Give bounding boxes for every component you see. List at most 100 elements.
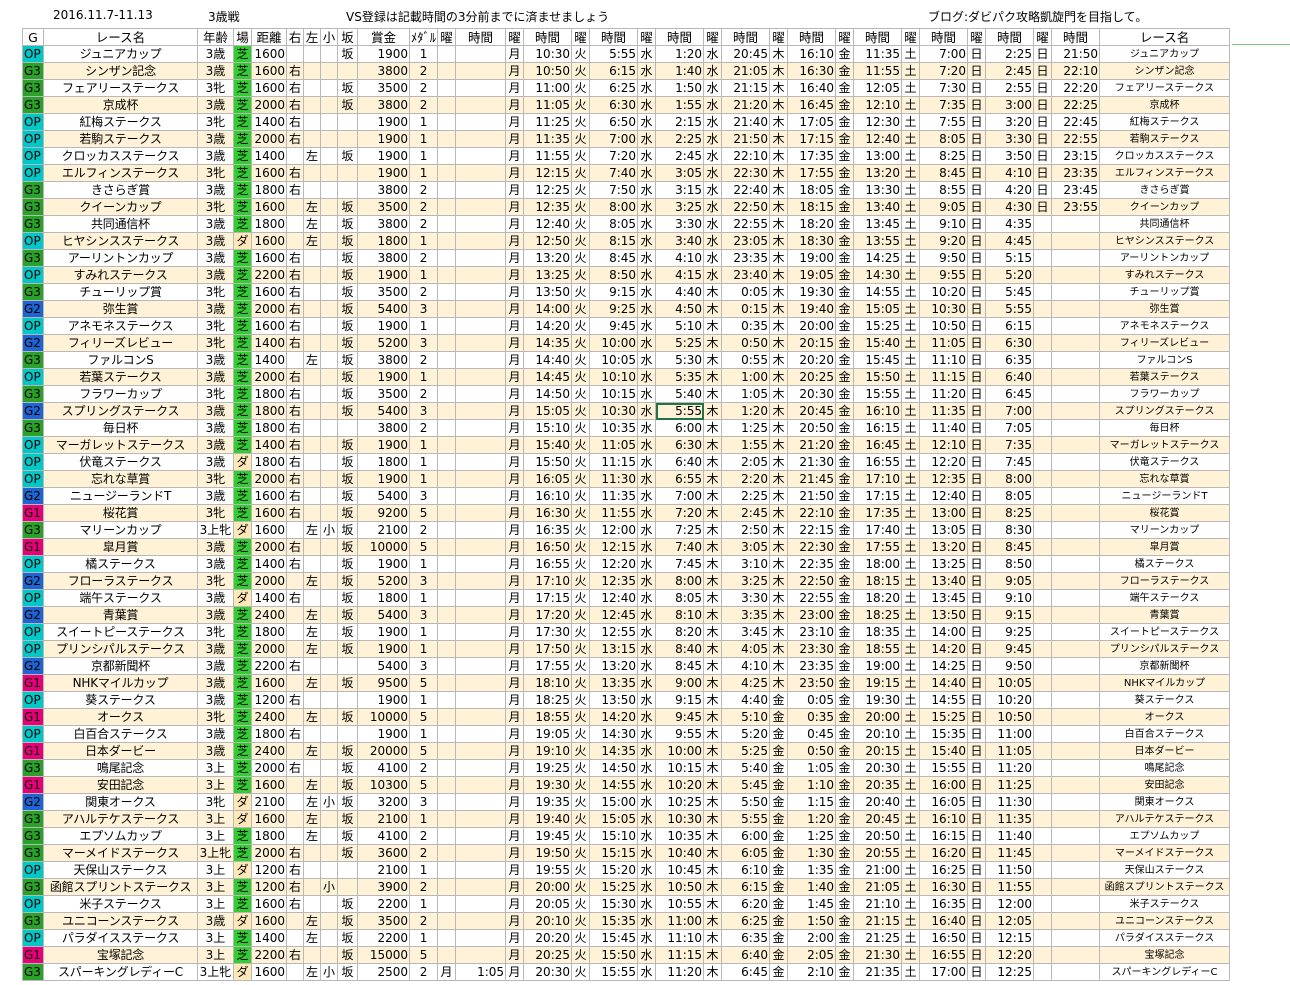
table-cell[interactable]: 金	[835, 419, 855, 437]
table-cell[interactable]: 日	[967, 759, 987, 777]
table-cell[interactable]: 土	[901, 810, 921, 828]
table-cell[interactable]: 日	[967, 385, 987, 403]
table-cell[interactable]: 20:30	[523, 963, 573, 981]
table-cell[interactable]: 7:45	[655, 555, 705, 573]
table-cell[interactable]: 20:00	[853, 708, 903, 726]
table-cell[interactable]: 青葉賞	[43, 606, 198, 624]
table-cell[interactable]: 8:50	[985, 555, 1035, 573]
table-cell[interactable]: 芝	[233, 725, 252, 743]
table-cell[interactable]: 日	[967, 895, 987, 913]
table-cell[interactable]	[437, 283, 457, 301]
table-cell[interactable]	[455, 793, 507, 811]
table-cell[interactable]: フラワーカップ	[43, 385, 198, 403]
table-cell[interactable]: 水	[637, 147, 657, 165]
table-cell[interactable]: 5400	[357, 487, 410, 505]
table-cell[interactable]: 1:55	[655, 96, 705, 114]
table-cell[interactable]: 13:50	[589, 691, 639, 709]
table-cell[interactable]: 火	[571, 504, 591, 522]
table-cell[interactable]: 金	[835, 232, 855, 250]
table-cell[interactable]: 右	[286, 844, 304, 862]
table-cell[interactable]	[437, 249, 457, 267]
table-cell[interactable]: 月	[505, 130, 525, 148]
table-cell[interactable]: ニュージーランドT	[43, 487, 198, 505]
table-cell[interactable]: 日本ダービー	[1099, 742, 1231, 760]
table-cell[interactable]: 3歳	[197, 555, 234, 573]
table-cell[interactable]: 芝	[233, 487, 252, 505]
table-cell[interactable]: G3	[22, 181, 44, 199]
table-cell[interactable]: 3歳	[197, 300, 234, 318]
table-cell[interactable]: 土	[901, 725, 921, 743]
table-cell[interactable]: 15:40	[523, 436, 573, 454]
table-cell[interactable]: 土	[901, 555, 921, 573]
table-cell[interactable]	[303, 759, 321, 777]
table-cell[interactable]: 月	[505, 368, 525, 386]
table-cell[interactable]: 22:40	[721, 181, 771, 199]
table-cell[interactable]: 2:15	[655, 113, 705, 131]
table-cell[interactable]: 火	[571, 674, 591, 692]
column-header[interactable]: 時間	[523, 28, 573, 46]
table-cell[interactable]	[303, 181, 321, 199]
table-cell[interactable]: 日	[967, 232, 987, 250]
table-cell[interactable]	[455, 368, 507, 386]
table-cell[interactable]: 15:50	[589, 946, 639, 964]
table-cell[interactable]: 13:45	[853, 215, 903, 233]
table-cell[interactable]	[1033, 929, 1053, 947]
table-cell[interactable]: OP	[22, 368, 44, 386]
table-cell[interactable]: マーガレットステークス	[1099, 436, 1231, 454]
table-cell[interactable]	[320, 759, 338, 777]
table-cell[interactable]: 水	[637, 300, 657, 318]
table-cell[interactable]: 芝	[233, 436, 252, 454]
table-cell[interactable]: 木	[769, 674, 789, 692]
table-cell[interactable]: 水	[637, 470, 657, 488]
table-cell[interactable]: 木	[769, 45, 789, 63]
table-cell[interactable]: 1600	[251, 912, 287, 930]
table-cell[interactable]	[337, 419, 358, 437]
table-cell[interactable]: 4100	[357, 759, 410, 777]
table-cell[interactable]: 12:05	[985, 912, 1035, 930]
table-cell[interactable]: 12:35	[523, 198, 573, 216]
table-cell[interactable]: 右	[286, 249, 304, 267]
table-cell[interactable]	[286, 742, 304, 760]
table-cell[interactable]: 右	[286, 317, 304, 335]
table-cell[interactable]: 16:35	[919, 895, 969, 913]
table-cell[interactable]	[1051, 453, 1101, 471]
table-cell[interactable]: 16:30	[523, 504, 573, 522]
table-cell[interactable]: 火	[571, 538, 591, 556]
table-cell[interactable]	[320, 572, 338, 590]
table-cell[interactable]: 3:35	[721, 606, 771, 624]
table-cell[interactable]	[320, 912, 338, 930]
table-cell[interactable]	[1033, 759, 1053, 777]
table-cell[interactable]: 水	[637, 283, 657, 301]
table-cell[interactable]: 坂	[337, 606, 358, 624]
table-cell[interactable]: 12:10	[853, 96, 903, 114]
table-cell[interactable]: 金	[769, 827, 789, 845]
table-cell[interactable]	[320, 725, 338, 743]
table-cell[interactable]: 12:20	[985, 946, 1035, 964]
table-cell[interactable]: 金	[835, 198, 855, 216]
table-cell[interactable]: OP	[22, 589, 44, 607]
table-cell[interactable]: G2	[22, 572, 44, 590]
table-cell[interactable]: エルフィンステークス	[43, 164, 198, 182]
table-cell[interactable]: 7:00	[919, 45, 969, 63]
table-cell[interactable]: 月	[505, 623, 525, 641]
table-cell[interactable]	[320, 810, 338, 828]
table-cell[interactable]: 金	[835, 572, 855, 590]
table-cell[interactable]: 23:35	[787, 657, 837, 675]
table-cell[interactable]: クロッカスステークス	[1099, 147, 1231, 165]
column-header[interactable]: 距離	[251, 28, 287, 46]
column-header[interactable]: 時間	[787, 28, 837, 46]
table-cell[interactable]	[1033, 266, 1053, 284]
table-cell[interactable]: 芝	[233, 147, 252, 165]
table-cell[interactable]: OP	[22, 266, 44, 284]
table-cell[interactable]: 16:10	[853, 402, 903, 420]
table-cell[interactable]: 12:40	[853, 130, 903, 148]
table-cell[interactable]	[455, 844, 507, 862]
table-cell[interactable]: フローラステークス	[43, 572, 198, 590]
table-cell[interactable]: 鳴尾記念	[43, 759, 198, 777]
table-cell[interactable]: 芝	[233, 895, 252, 913]
table-cell[interactable]: 坂	[337, 300, 358, 318]
table-cell[interactable]: スイートピーステークス	[1099, 623, 1231, 641]
table-cell[interactable]	[1033, 708, 1053, 726]
table-cell[interactable]: 坂	[337, 368, 358, 386]
table-cell[interactable]: 芝	[233, 538, 252, 556]
